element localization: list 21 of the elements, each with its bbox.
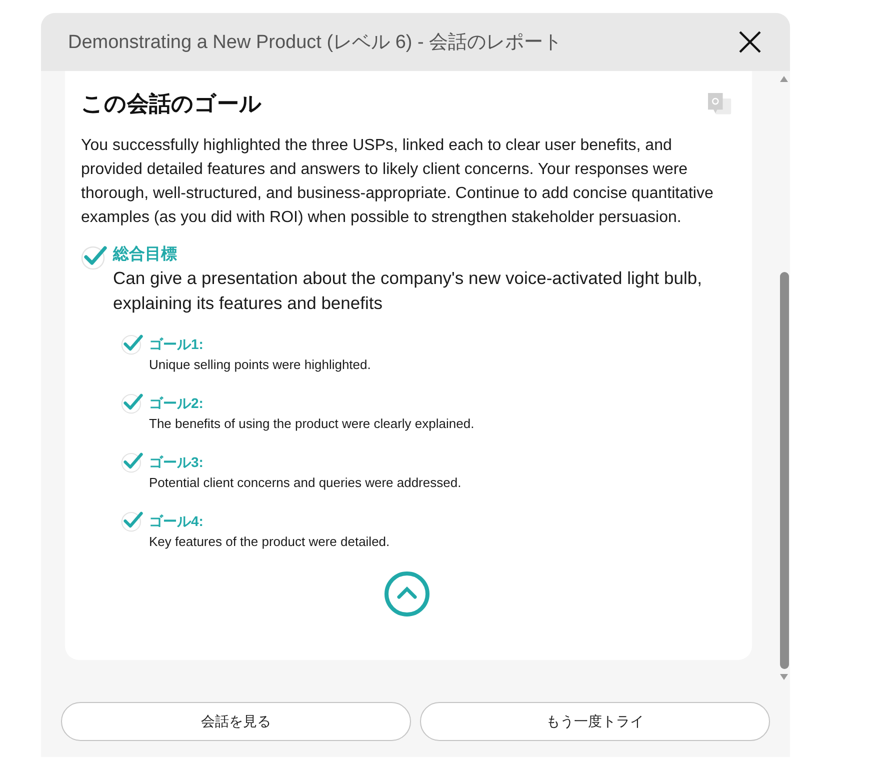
goal-label: 総合目標 [113, 244, 178, 265]
goal-text: Key features of the product were detailed. [149, 533, 390, 551]
goal-label: ゴール2: [149, 394, 204, 413]
window-title: Demonstrating a New Product (レベル 6) - 会話のレポート [68, 31, 562, 55]
collapse-icon[interactable] [384, 571, 430, 617]
scrollbar-thumb[interactable] [780, 272, 788, 669]
translate-icon[interactable] [708, 93, 732, 117]
goal-label: ゴール4: [149, 512, 204, 531]
goal-label: ゴール3: [149, 453, 204, 472]
action-button[interactable]: 会話を見る [61, 702, 411, 741]
goal-text: The benefits of using the product were clearly explained. [149, 415, 474, 433]
section-heading: この会話のゴール [81, 90, 262, 118]
close-icon[interactable] [738, 30, 762, 54]
scroll-up-icon[interactable] [779, 75, 789, 83]
goal-text: Potential client concerns and queries were addressed. [149, 474, 462, 492]
feedback-text: You successfully highlighted the three USPs, linked each to clear user benefits, and provided detailed features and answers to likely client concerns. Your responses were thorough, well-structured, and business-appropriate. Continue to add concise quantitative examples (as you did with ROI) when possible to strengthen stakeholder persuasion. [81, 136, 714, 228]
action-button[interactable]: もう一度トライ [420, 702, 770, 741]
scroll-down-icon[interactable] [779, 673, 789, 681]
goal-label: ゴール1: [149, 335, 204, 354]
goal-text: Can give a presentation about the company's new voice-activated light bulb, explaining its features and benefits [113, 267, 703, 315]
goal-text: Unique selling points were highlighted. [149, 356, 371, 374]
